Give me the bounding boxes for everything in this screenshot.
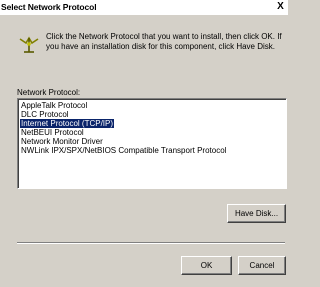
title-bar: Select Network Protocol X [0,0,288,15]
close-icon[interactable]: X [276,1,285,13]
ok-button[interactable]: OK [181,256,232,275]
separator [17,242,285,244]
network-protocol-icon [19,36,39,53]
list-item-network-monitor[interactable]: Network Monitor Driver [20,137,104,146]
dialog-title: Select Network Protocol [1,2,97,12]
cancel-button[interactable]: Cancel [238,256,286,275]
list-item-tcpip[interactable]: Internet Protocol (TCP/IP) [20,119,115,128]
list-item-netbeui[interactable]: NetBEUI Protocol [20,128,85,137]
select-network-protocol-dialog: Select Network Protocol X Click the Netw… [0,0,288,287]
list-item-dlc[interactable]: DLC Protocol [20,110,70,119]
protocol-list-label: Network Protocol: [17,88,81,97]
have-disk-button[interactable]: Have Disk... [227,204,286,223]
protocol-listbox[interactable]: AppleTalk Protocol DLC Protocol Internet… [17,98,287,189]
list-item-appletalk[interactable]: AppleTalk Protocol [20,101,88,110]
instruction-text: Click the Network Protocol that you want… [46,32,282,51]
list-item-nwlink[interactable]: NWLink IPX/SPX/NetBIOS Compatible Transp… [20,146,227,155]
